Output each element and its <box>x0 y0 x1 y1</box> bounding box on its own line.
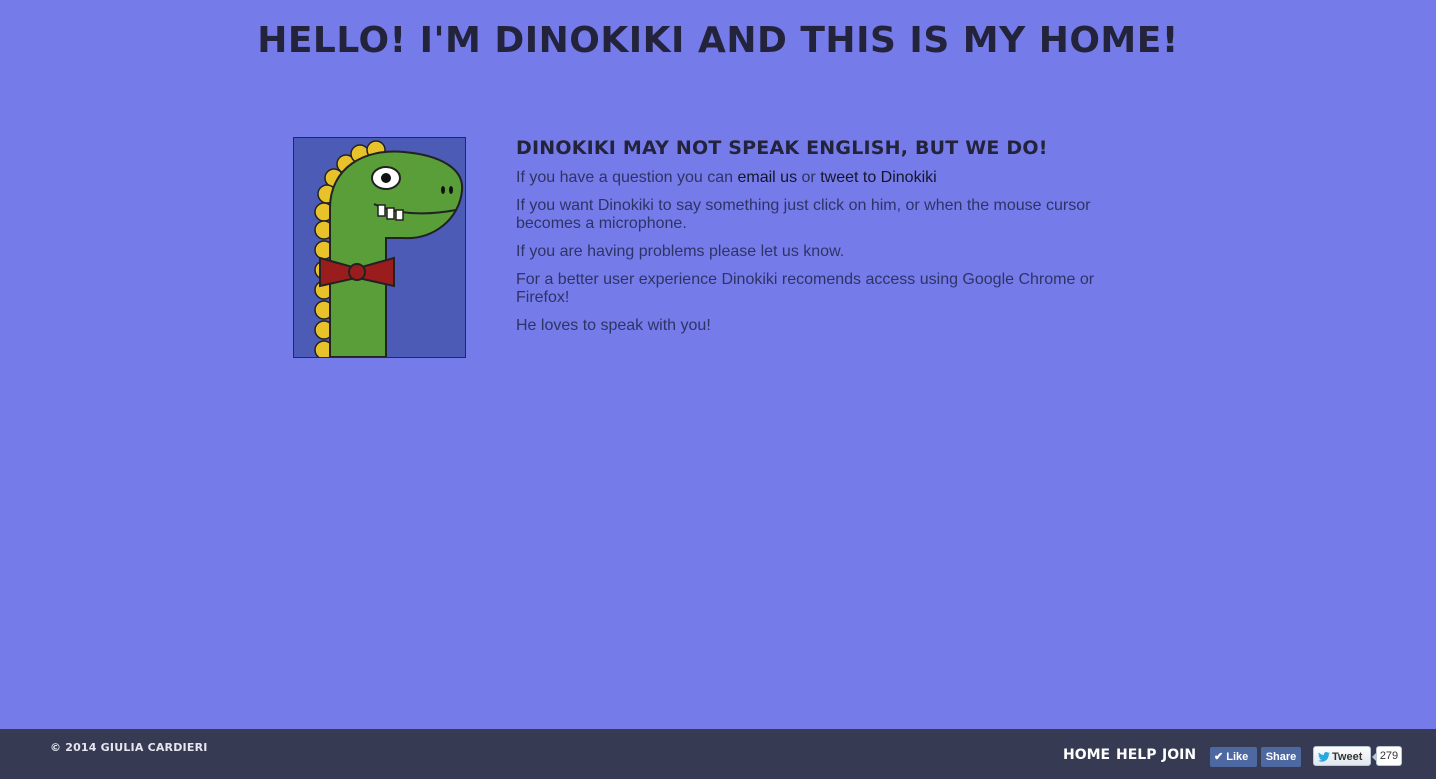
footer: © 2014 GIULIA CARDIERI HOME HELP JOIN ✔ L… <box>0 729 1436 779</box>
facebook-like-button[interactable]: ✔ Like <box>1210 747 1257 767</box>
email-us-link[interactable]: email us <box>737 169 797 186</box>
intro-content: DINOKIKI MAY NOT SPEAK ENGLISH, BUT WE D… <box>516 137 1116 345</box>
footer-nav-join[interactable]: JOIN <box>1162 747 1196 763</box>
facebook-like-label: Like <box>1226 751 1249 763</box>
section-heading: DINOKIKI MAY NOT SPEAK ENGLISH, BUT WE D… <box>516 137 1048 159</box>
twitter-bird-icon <box>1318 752 1330 762</box>
tweet-button[interactable]: Tweet <box>1313 746 1371 766</box>
copyright-text: © 2014 GIULIA CARDIERI <box>50 741 208 754</box>
browser-recommendation: For a better user experience Dinokiki re… <box>516 271 1095 306</box>
tweet-count-badge: 279 <box>1372 746 1402 766</box>
closing-text: He loves to speak with you! <box>516 317 711 334</box>
tweet-to-dinokiki-link[interactable]: tweet to Dinokiki <box>820 169 937 186</box>
dinokiki-illustration <box>294 138 465 357</box>
footer-nav-home[interactable]: HOME <box>1063 747 1110 763</box>
contact-or-text: or <box>797 169 821 186</box>
contact-paragraph: If you have a question you can email us … <box>516 169 1116 187</box>
checkmark-icon: ✔ <box>1214 751 1224 763</box>
footer-nav-help[interactable]: HELP <box>1116 747 1156 763</box>
click-instructions: If you want Dinokiki to say something ju… <box>516 197 1091 232</box>
contact-text: If you have a question you can <box>516 169 738 186</box>
problems-text: If you are having problems please let us… <box>516 243 845 260</box>
page-title: HELLO! I'M DINOKIKI AND THIS IS MY HOME! <box>257 20 1179 61</box>
dinokiki-character[interactable] <box>293 137 466 358</box>
tweet-label: Tweet <box>1332 751 1363 763</box>
facebook-share-button[interactable]: Share <box>1261 747 1301 767</box>
